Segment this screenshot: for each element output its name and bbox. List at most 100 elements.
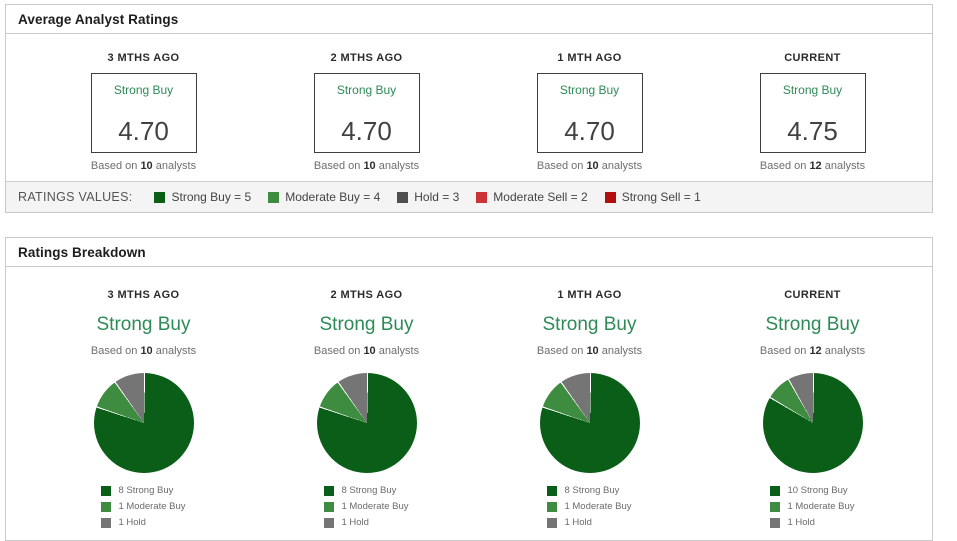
pie-legend: 8 Strong Buy 1 Moderate Buy 1 Hold [547,485,632,533]
breakdown-columns: 3 MTHS AGO Strong Buy Based on 10 analys… [6,267,932,533]
rating-box: Strong Buy 4.70 [536,73,643,153]
rating-value: 4.70 [564,116,615,146]
consensus-rating-label: Strong Buy [542,314,637,335]
analysts-text: analysts [601,345,643,357]
legend-item-moderate-sell: Moderate Sell = 2 [476,190,588,204]
pie-legend-label: 8 Strong Buy [341,485,397,496]
breakdown-column-1mth: 1 MTH AGO Strong Buy Based on 10 analyst… [478,289,701,533]
hold-swatch-icon [324,517,335,528]
moderate-buy-swatch-icon [547,501,558,512]
legend-item-strong-buy: Strong Buy = 5 [154,190,251,204]
rating-value: 4.70 [341,116,392,146]
pie-legend-item: 1 Moderate Buy [101,501,186,512]
analyst-count: 10 [586,345,599,357]
rating-label: Strong Buy [113,83,174,97]
moderate-buy-swatch-icon [324,501,335,512]
pie-legend-label: 8 Strong Buy [118,485,174,496]
analyst-count: 10 [140,345,153,357]
consensus-rating-label: Strong Buy [96,314,191,335]
pie-legend: 8 Strong Buy 1 Moderate Buy 1 Hold [101,485,186,533]
hold-swatch-icon [770,517,781,528]
period-label: 3 MTHS AGO [107,289,180,301]
pie-legend: 10 Strong Buy 1 Moderate Buy 1 Hold [770,485,855,533]
analyst-count: 10 [140,160,153,172]
rating-label: Strong Buy [336,83,397,97]
period-label: 1 MTH AGO [557,52,622,64]
based-on-text: Based on [313,345,361,357]
strong-buy-swatch-icon [324,485,335,496]
pie-legend-item: 10 Strong Buy [770,485,854,496]
panel-title: Average Analyst Ratings [6,5,932,34]
pie-legend-item: 1 Hold [547,517,631,528]
pie-legend-item: 1 Moderate Buy [547,501,632,512]
ratings-breakdown-panel: Ratings Breakdown 3 MTHS AGO Strong Buy … [5,237,933,541]
strong-buy-swatch-icon [154,191,166,203]
analysts-text: analysts [155,160,197,172]
analysts-note: Based on 10 analysts [255,160,478,172]
pie-legend-label: 1 Moderate Buy [341,501,409,512]
breakdown-column-current: CURRENT Strong Buy Based on 12 analysts … [701,289,924,533]
moderate-buy-swatch-icon [770,501,781,512]
pie-legend-label: 1 Moderate Buy [787,501,855,512]
analysts-note: Based on 10 analysts [478,160,701,172]
moderate-buy-swatch-icon [101,501,112,512]
based-on-text: Based on [759,345,807,357]
analyst-count: 12 [809,160,822,172]
analysts-text: analysts [601,160,643,172]
analysts-note: Based on 10 analysts [478,345,701,357]
legend-item-label: Moderate Sell = 2 [493,190,588,204]
pie-legend-label: 1 Moderate Buy [564,501,632,512]
pie-legend-label: 1 Hold [341,517,369,528]
ratings-pie-chart [93,373,194,473]
pie-legend-item: 1 Hold [770,517,854,528]
period-label: 2 MTHS AGO [330,289,403,301]
breakdown-column-2mths: 2 MTHS AGO Strong Buy Based on 10 analys… [255,289,478,533]
based-on-text: Based on [90,160,138,172]
pie-legend-label: 1 Moderate Buy [118,501,186,512]
hold-swatch-icon [397,191,409,203]
analysts-text: analysts [378,160,420,172]
legend-item-strong-sell: Strong Sell = 1 [604,190,701,204]
analysts-text: analysts [378,345,420,357]
legend-item-label: Strong Buy = 5 [171,190,252,204]
analysts-note: Based on 12 analysts [701,345,924,357]
analysts-text: analysts [824,345,866,357]
analysts-note: Based on 10 analysts [32,160,255,172]
period-label: 1 MTH AGO [557,289,622,301]
pie-legend-item: 1 Moderate Buy [324,501,409,512]
rating-value: 4.75 [787,116,838,146]
pie-legend-item: 8 Strong Buy [547,485,631,496]
period-label: CURRENT [784,52,841,64]
average-ratings-columns: 3 MTHS AGO Strong Buy 4.70 Based on 10 a… [6,34,932,181]
ratings-pie-chart [762,373,863,473]
based-on-text: Based on [313,160,361,172]
pie-legend: 8 Strong Buy 1 Moderate Buy 1 Hold [324,485,409,533]
based-on-text: Based on [536,160,584,172]
pie-legend-item: 8 Strong Buy [324,485,408,496]
ratings-values-label: RATINGS VALUES: [18,190,133,204]
analyst-count: 10 [363,160,376,172]
analyst-count: 10 [363,345,376,357]
panel-title: Ratings Breakdown [6,238,932,267]
analyst-count: 10 [586,160,599,172]
avg-rating-column-1mth: 1 MTH AGO Strong Buy 4.70 Based on 10 an… [478,52,701,181]
analysts-note: Based on 10 analysts [255,345,478,357]
hold-swatch-icon [101,517,112,528]
ratings-pie-chart [316,373,417,473]
pie-legend-label: 8 Strong Buy [564,485,620,496]
avg-rating-column-current: CURRENT Strong Buy 4.75 Based on 12 anal… [701,52,924,181]
legend-item-hold: Hold = 3 [397,190,459,204]
hold-swatch-icon [547,517,558,528]
strong-buy-swatch-icon [101,485,112,496]
analyst-count: 12 [809,345,822,357]
rating-value: 4.70 [118,116,169,146]
analysts-note: Based on 12 analysts [701,160,924,172]
moderate-buy-swatch-icon [268,191,280,203]
based-on-text: Based on [536,345,584,357]
rating-box: Strong Buy 4.75 [759,73,866,153]
pie-legend-item: 1 Moderate Buy [770,501,855,512]
analysts-text: analysts [155,345,197,357]
legend-item-label: Hold = 3 [414,190,460,204]
rating-label: Strong Buy [782,83,843,97]
pie-legend-label: 1 Hold [564,517,592,528]
